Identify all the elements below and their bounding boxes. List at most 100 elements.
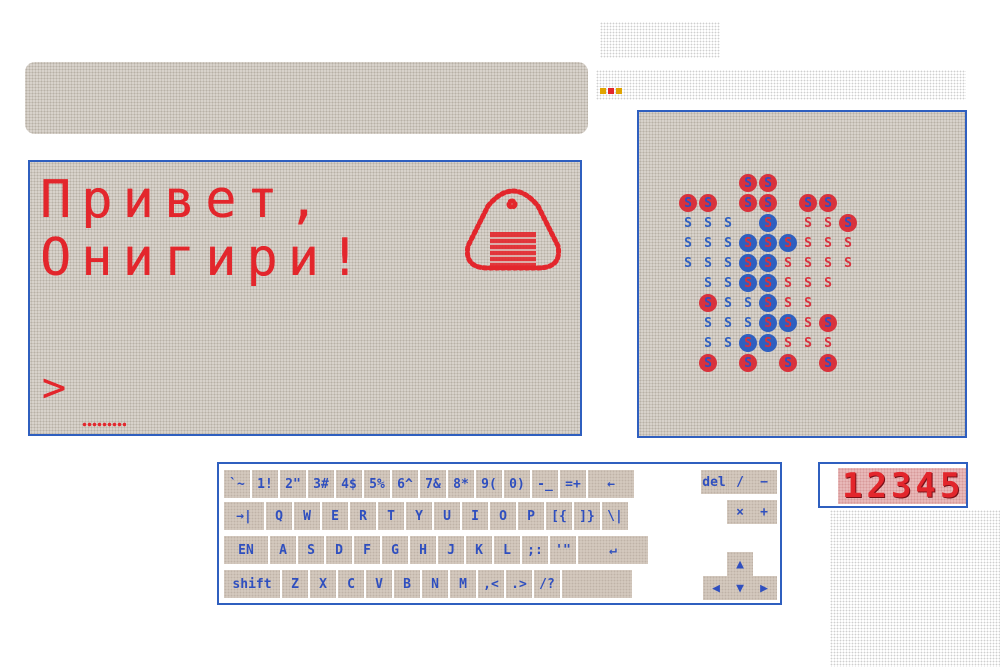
key-row2-5[interactable]: T bbox=[378, 502, 404, 530]
sprite-pixel: S bbox=[739, 194, 757, 212]
key-row2-6[interactable]: Y bbox=[406, 502, 432, 530]
sprite-pixel bbox=[819, 174, 839, 194]
indicator-led bbox=[616, 88, 622, 94]
sprite-pixel: S bbox=[704, 255, 712, 271]
key-row3-11[interactable]: '" bbox=[550, 536, 576, 564]
arrow-down-key[interactable]: ▼ bbox=[727, 576, 753, 600]
sprite-pixel: S bbox=[784, 335, 792, 351]
key-row1-12[interactable]: =+ bbox=[560, 470, 586, 498]
sprite-pixel: S bbox=[844, 255, 852, 271]
key-row3-1[interactable]: A bbox=[270, 536, 296, 564]
sprite-pixel: S bbox=[839, 214, 857, 232]
keyboard-row-4: shift Z X C V B N M ,< .>/? bbox=[224, 570, 632, 598]
sprite-pixel bbox=[679, 334, 699, 354]
key-row4-8[interactable]: ,< bbox=[478, 570, 504, 598]
sprite-pixel: S bbox=[704, 275, 712, 291]
key-row4-5[interactable]: B bbox=[394, 570, 420, 598]
key-row1-11[interactable]: -_ bbox=[532, 470, 558, 498]
arrow-up-key[interactable]: ▲ bbox=[727, 552, 753, 576]
key-row2-3[interactable]: E bbox=[322, 502, 348, 530]
sprite-pixel: S bbox=[739, 174, 757, 192]
key-row3-5[interactable]: G bbox=[382, 536, 408, 564]
sprite-pixel: S bbox=[699, 194, 717, 212]
sprite-pixel: S bbox=[819, 354, 837, 372]
sprite-pixel: S bbox=[784, 275, 792, 291]
minus-key[interactable]: − bbox=[751, 470, 777, 494]
sprite-pixel bbox=[799, 354, 819, 374]
sprite-pixel bbox=[779, 174, 799, 194]
key-row2-0[interactable]: →| bbox=[224, 502, 264, 530]
sprite-pixel bbox=[719, 354, 739, 374]
key-row4-1[interactable]: Z bbox=[282, 570, 308, 598]
key-row1-3[interactable]: 3# bbox=[308, 470, 334, 498]
key-row2-12[interactable]: ]} bbox=[574, 502, 600, 530]
key-row2-8[interactable]: I bbox=[462, 502, 488, 530]
onigiri-icon bbox=[464, 188, 562, 271]
sprite-pixel: S bbox=[704, 335, 712, 351]
key-row1-2[interactable]: 2" bbox=[280, 470, 306, 498]
plus-key[interactable]: + bbox=[751, 500, 777, 524]
sprite-pixel: S bbox=[739, 334, 757, 352]
sprite-pixel: S bbox=[759, 254, 777, 272]
arrow-right-key[interactable]: ▶ bbox=[751, 576, 777, 600]
key-row1-6[interactable]: 6^ bbox=[392, 470, 418, 498]
space-key[interactable] bbox=[562, 570, 632, 598]
key-row3-2[interactable]: S bbox=[298, 536, 324, 564]
key-row4-4[interactable]: V bbox=[366, 570, 392, 598]
key-row4-9[interactable]: .> bbox=[506, 570, 532, 598]
sprite-pixel: S bbox=[724, 275, 732, 291]
sprite-pixel bbox=[679, 314, 699, 334]
sprite-pixel: S bbox=[704, 235, 712, 251]
key-row2-1[interactable]: Q bbox=[266, 502, 292, 530]
sprite-pixel: S bbox=[804, 335, 812, 351]
key-row1-1[interactable]: 1! bbox=[252, 470, 278, 498]
key-row1-0[interactable]: `~ bbox=[224, 470, 250, 498]
sprite-pixel: S bbox=[739, 254, 757, 272]
key-row3-12[interactable]: ↵ bbox=[578, 536, 648, 564]
keyboard-row-3: EN A S D F G H J K L;: '" ↵ bbox=[224, 536, 648, 564]
key-row2-13[interactable]: \| bbox=[602, 502, 628, 530]
arrow-left-key[interactable]: ◀ bbox=[703, 576, 729, 600]
key-row4-10[interactable]: /? bbox=[534, 570, 560, 598]
key-row2-7[interactable]: U bbox=[434, 502, 460, 530]
key-row3-6[interactable]: H bbox=[410, 536, 436, 564]
divide-key[interactable]: / bbox=[727, 470, 753, 494]
key-row3-9[interactable]: L bbox=[494, 536, 520, 564]
key-row2-11[interactable]: [{ bbox=[546, 502, 572, 530]
key-row1-9[interactable]: 9( bbox=[476, 470, 502, 498]
delete-key[interactable]: del bbox=[701, 470, 727, 494]
sprite-pixel bbox=[839, 334, 859, 354]
key-row3-4[interactable]: F bbox=[354, 536, 380, 564]
key-row4-7[interactable]: M bbox=[450, 570, 476, 598]
key-row3-7[interactable]: J bbox=[438, 536, 464, 564]
key-row1-7[interactable]: 7& bbox=[420, 470, 446, 498]
sprite-pixel: S bbox=[779, 314, 797, 332]
key-row4-0[interactable]: shift bbox=[224, 570, 280, 598]
sprite-pixel: S bbox=[759, 314, 777, 332]
key-row2-9[interactable]: O bbox=[490, 502, 516, 530]
key-row4-3[interactable]: C bbox=[338, 570, 364, 598]
key-row1-8[interactable]: 8* bbox=[448, 470, 474, 498]
sprite-pixel: S bbox=[704, 315, 712, 331]
key-row4-2[interactable]: X bbox=[310, 570, 336, 598]
sprite-pixel: S bbox=[819, 194, 837, 212]
key-row2-10[interactable]: P bbox=[518, 502, 544, 530]
key-row3-3[interactable]: D bbox=[326, 536, 352, 564]
top-right-status-strip bbox=[596, 70, 966, 100]
key-row1-4[interactable]: 4$ bbox=[336, 470, 362, 498]
key-row4-6[interactable]: N bbox=[422, 570, 448, 598]
multiply-key[interactable]: × bbox=[727, 500, 753, 524]
key-row1-13[interactable]: ← bbox=[588, 470, 634, 498]
sprite-pixel bbox=[679, 354, 699, 374]
key-row3-0[interactable]: EN bbox=[224, 536, 268, 564]
key-row3-10[interactable]: ;: bbox=[522, 536, 548, 564]
key-row1-5[interactable]: 5% bbox=[364, 470, 390, 498]
key-row2-2[interactable]: W bbox=[294, 502, 320, 530]
sprite-pixel: S bbox=[784, 295, 792, 311]
sprite-pixel: S bbox=[844, 235, 852, 251]
key-row1-10[interactable]: 0) bbox=[504, 470, 530, 498]
key-row3-8[interactable]: K bbox=[466, 536, 492, 564]
sprite-pixel bbox=[679, 294, 699, 314]
key-row2-4[interactable]: R bbox=[350, 502, 376, 530]
sprite-pixel bbox=[739, 214, 759, 234]
